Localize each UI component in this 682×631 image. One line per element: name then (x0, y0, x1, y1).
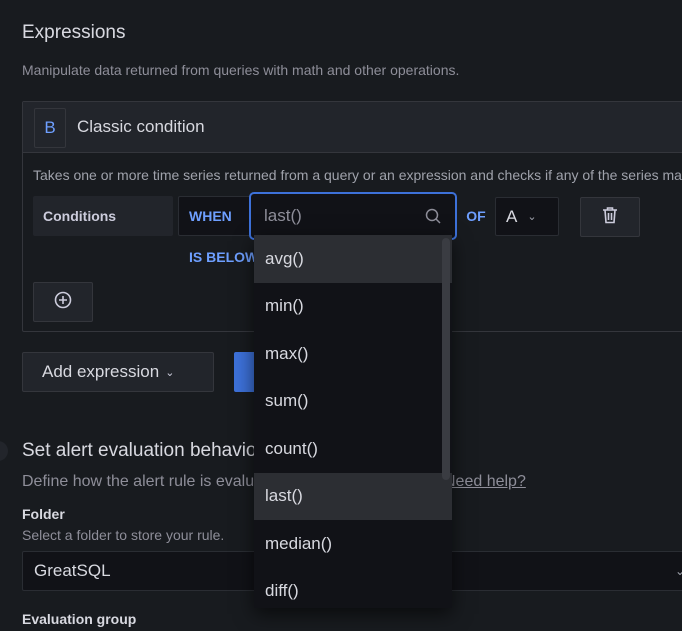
query-ref-select[interactable]: A ⌄ (495, 197, 559, 236)
delete-condition-button[interactable] (580, 197, 640, 237)
reducer-dropdown: avg() min() max() sum() count() last() m… (254, 235, 452, 608)
chevron-down-icon: ⌄ (527, 211, 537, 223)
expression-description: Takes one or more time series returned f… (33, 167, 682, 183)
expressions-subtitle: Manipulate data returned from queries wi… (22, 62, 460, 78)
folder-description: Select a folder to store your rule. (22, 527, 225, 543)
dropdown-option[interactable]: count() (254, 425, 452, 473)
evaluator-type[interactable]: IS BELOW (189, 249, 258, 265)
dropdown-option[interactable]: sum() (254, 378, 452, 426)
evaluation-section-subtitle: Define how the alert rule is evaluated. (22, 473, 290, 490)
add-expression-label: Add expression (42, 362, 160, 381)
expressions-title: Expressions (22, 22, 126, 43)
alert-rule-editor: Expressions Manipulate data returned fro… (0, 0, 682, 631)
expression-type-title: Classic condition (77, 117, 205, 136)
dropdown-option[interactable]: median() (254, 520, 452, 568)
of-label: OF (466, 208, 486, 224)
reducer-search-input[interactable]: last() (249, 192, 457, 240)
conditions-label: Conditions (33, 196, 173, 236)
add-condition-button[interactable] (33, 282, 93, 322)
chevron-down-icon: ⌄ (675, 564, 682, 578)
folder-label: Folder (22, 506, 65, 522)
evaluation-section-title: Set alert evaluation behavior (22, 440, 263, 461)
reducer-input-value: last() (264, 206, 302, 225)
query-ref-value: A (506, 206, 518, 226)
expression-ref-id[interactable]: B (34, 108, 66, 148)
dropdown-option[interactable]: min() (254, 283, 452, 331)
search-icon (425, 208, 441, 229)
add-expression-button[interactable]: Add expression ⌄ (22, 352, 214, 392)
trash-icon (602, 206, 618, 229)
chevron-down-icon: ⌄ (165, 366, 175, 379)
dropdown-scrollbar[interactable] (442, 238, 450, 480)
when-operator[interactable]: WHEN (178, 196, 252, 236)
expression-header: B Classic condition (23, 102, 682, 153)
dropdown-option[interactable]: avg() (254, 235, 452, 283)
step-indicator (0, 441, 8, 461)
dropdown-option[interactable]: max() (254, 330, 452, 378)
help-link[interactable]: Need help? (444, 473, 526, 491)
folder-value: GreatSQL (34, 561, 111, 580)
dropdown-option[interactable]: diff() (254, 568, 452, 609)
evaluation-group-label: Evaluation group (22, 611, 137, 627)
plus-circle-icon (54, 291, 72, 314)
dropdown-option-selected[interactable]: last() (254, 472, 452, 520)
